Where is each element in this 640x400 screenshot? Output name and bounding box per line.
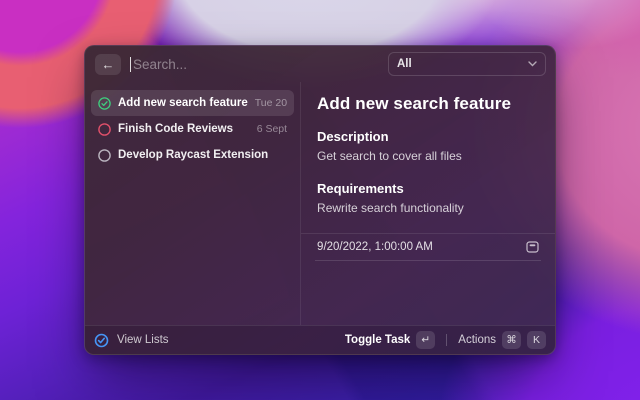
search-field-wrap [130,46,379,82]
toggle-task-label: Toggle Task [345,334,410,346]
back-button[interactable]: ← [95,54,121,75]
detail-title: Add new search feature [317,94,539,114]
task-row-develop-raycast-extension[interactable]: Develop Raycast Extension [91,142,294,168]
text-caret [130,57,131,72]
toggle-task-action[interactable]: Toggle Task ↵ [345,331,435,349]
search-header: ← All [85,46,555,82]
command-key-icon: ⌘ [502,331,521,349]
section-heading: Requirements [317,181,539,196]
due-date-field: 9/20/2022, 1:00:00 AM [301,233,555,261]
filter-dropdown[interactable]: All [388,52,546,76]
task-date: 6 Sept [257,123,287,135]
window-body: Add new search feature Tue 20 Finish Cod… [85,82,555,325]
task-open-icon[interactable] [98,149,111,162]
task-title: Add new search feature [118,97,248,109]
section-heading: Description [317,129,539,144]
task-row-finish-code-reviews[interactable]: Finish Code Reviews 6 Sept [91,116,294,142]
task-title: Develop Raycast Extension [118,149,280,161]
task-row-add-new-search-feature[interactable]: Add new search feature Tue 20 [91,90,294,116]
task-overdue-icon[interactable] [98,123,111,136]
calendar-icon[interactable] [526,241,539,253]
task-date: Tue 20 [255,97,287,109]
detail-section-requirements: Requirements Rewrite search functionalit… [317,181,539,233]
task-list: Add new search feature Tue 20 Finish Cod… [85,82,301,325]
actions-menu-button[interactable]: Actions ⌘ K [458,331,546,349]
task-detail-pane: Add new search feature Description Get s… [301,82,555,325]
section-body: Get search to cover all files [317,149,539,163]
chevron-down-icon [528,61,537,67]
footer-divider [446,334,447,346]
enter-key-icon: ↵ [416,331,435,349]
actions-label: Actions [458,334,496,346]
action-bar: View Lists Toggle Task ↵ Actions ⌘ K [85,325,555,354]
command-name-label: View Lists [117,334,169,346]
due-date-value: 9/20/2022, 1:00:00 AM [317,241,433,253]
detail-section-description: Description Get search to cover all file… [317,129,539,181]
task-completed-icon[interactable] [98,97,111,110]
k-key-badge: K [527,331,546,349]
filter-dropdown-value: All [397,58,412,70]
back-arrow-icon: ← [102,57,115,72]
raycast-window: ← All Add new search feature Tue 20 [84,45,556,355]
task-title: Finish Code Reviews [118,123,250,135]
search-input[interactable] [133,57,379,72]
due-date-row[interactable]: 9/20/2022, 1:00:00 AM [315,234,541,261]
section-body: Rewrite search functionality [317,201,539,215]
todo-list-app-icon [94,333,109,348]
